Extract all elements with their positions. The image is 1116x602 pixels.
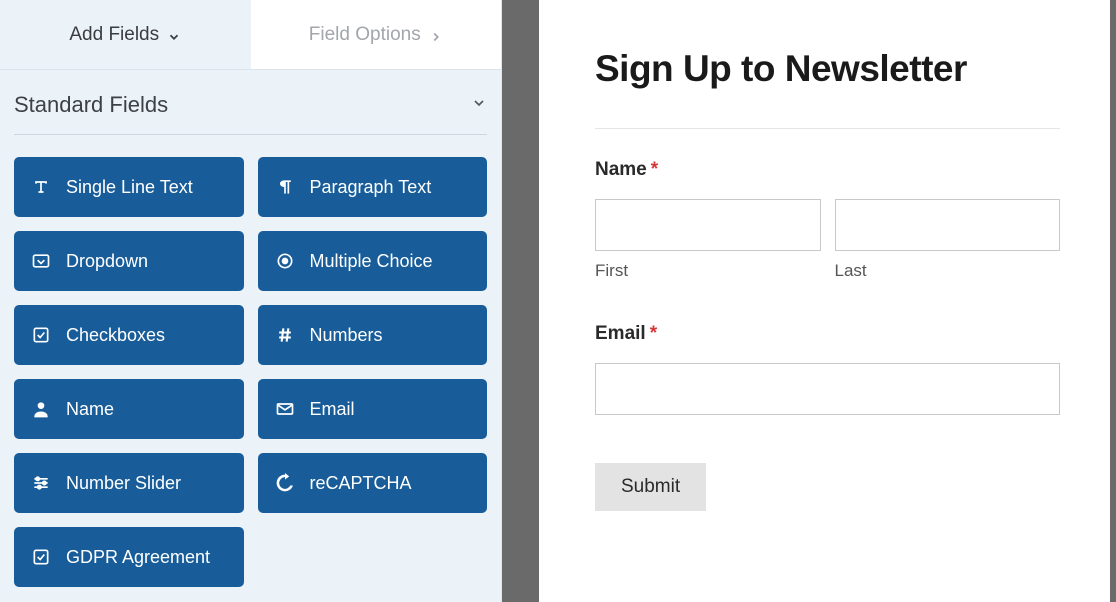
- submit-button[interactable]: Submit: [595, 463, 706, 511]
- last-sublabel: Last: [835, 261, 1061, 281]
- tab-add-fields[interactable]: Add Fields: [0, 0, 251, 69]
- chevron-right-icon: [429, 28, 443, 42]
- last-name-input[interactable]: [835, 199, 1061, 251]
- chevron-down-icon: [167, 28, 181, 42]
- label-text: Name: [595, 159, 647, 181]
- sidebar-tabs: Add Fields Field Options: [0, 0, 501, 70]
- text-icon: [30, 176, 52, 198]
- first-sublabel: First: [595, 261, 821, 281]
- field-label: Email: [310, 399, 355, 420]
- panel-divider: [502, 0, 539, 602]
- tab-field-options[interactable]: Field Options: [251, 0, 502, 69]
- sliders-icon: [30, 472, 52, 494]
- field-multiple-choice[interactable]: Multiple Choice: [258, 231, 488, 291]
- section-header-standard-fields[interactable]: Standard Fields: [14, 70, 487, 135]
- field-dropdown[interactable]: Dropdown: [14, 231, 244, 291]
- field-label: Paragraph Text: [310, 177, 432, 198]
- email-field-block: Email *: [595, 323, 1060, 415]
- name-field-block: Name * First Last: [595, 159, 1060, 281]
- tab-label: Field Options: [309, 24, 421, 46]
- checkbox-icon: [30, 546, 52, 568]
- field-numbers[interactable]: Numbers: [258, 305, 488, 365]
- name-label: Name *: [595, 159, 1060, 181]
- field-paragraph-text[interactable]: Paragraph Text: [258, 157, 488, 217]
- form-preview: Sign Up to Newsletter Name * First Last …: [539, 0, 1116, 602]
- divider: [595, 128, 1060, 129]
- required-marker: *: [651, 159, 658, 181]
- field-checkboxes[interactable]: Checkboxes: [14, 305, 244, 365]
- field-label: Checkboxes: [66, 325, 165, 346]
- fields-grid: Single Line Text Paragraph Text Dropdown…: [0, 135, 501, 601]
- envelope-icon: [274, 398, 296, 420]
- field-single-line-text[interactable]: Single Line Text: [14, 157, 244, 217]
- paragraph-icon: [274, 176, 296, 198]
- label-text: Email: [595, 323, 646, 345]
- recaptcha-icon: [274, 472, 296, 494]
- chevron-down-icon: [471, 95, 487, 116]
- person-icon: [30, 398, 52, 420]
- field-number-slider[interactable]: Number Slider: [14, 453, 244, 513]
- field-label: Name: [66, 399, 114, 420]
- section-title: Standard Fields: [14, 92, 168, 118]
- field-label: Numbers: [310, 325, 383, 346]
- fields-sidebar: Add Fields Field Options Standard Fields: [0, 0, 502, 602]
- field-email[interactable]: Email: [258, 379, 488, 439]
- field-recaptcha[interactable]: reCAPTCHA: [258, 453, 488, 513]
- field-label: Multiple Choice: [310, 251, 433, 272]
- required-marker: *: [650, 323, 657, 345]
- email-input[interactable]: [595, 363, 1060, 415]
- form-title: Sign Up to Newsletter: [595, 48, 1060, 90]
- field-gdpr-agreement[interactable]: GDPR Agreement: [14, 527, 244, 587]
- field-label: Number Slider: [66, 473, 181, 494]
- field-label: Dropdown: [66, 251, 148, 272]
- field-label: Single Line Text: [66, 177, 193, 198]
- first-name-input[interactable]: [595, 199, 821, 251]
- field-label: reCAPTCHA: [310, 473, 412, 494]
- radio-icon: [274, 250, 296, 272]
- field-label: GDPR Agreement: [66, 547, 210, 568]
- checkbox-icon: [30, 324, 52, 346]
- field-name[interactable]: Name: [14, 379, 244, 439]
- dropdown-icon: [30, 250, 52, 272]
- tab-label: Add Fields: [69, 24, 159, 46]
- hash-icon: [274, 324, 296, 346]
- email-label: Email *: [595, 323, 1060, 345]
